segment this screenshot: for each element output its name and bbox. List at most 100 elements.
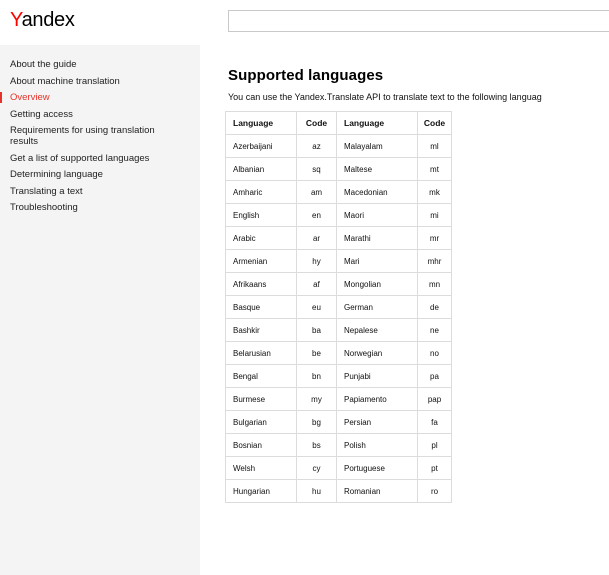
code-cell: pl [417,433,452,457]
table-row: Welsh cy Portuguese pt [225,456,452,480]
column-header-code: Code [417,111,452,135]
code-cell: ro [417,479,452,503]
sidebar-item[interactable]: Overview [0,92,170,103]
code-cell: no [417,341,452,365]
code-cell: ba [296,318,337,342]
code-cell: my [296,387,337,411]
code-cell: mk [417,180,452,204]
sidebar-item[interactable]: Requirements for using translation resul… [0,125,170,147]
language-cell: Marathi [336,226,418,250]
language-cell: Armenian [225,249,297,273]
code-cell: hy [296,249,337,273]
table-row: Burmese my Papiamento pap [225,387,452,411]
language-cell: Hungarian [225,479,297,503]
code-cell: pap [417,387,452,411]
table-header-row: Language Code Language Code [225,111,452,135]
language-cell: Welsh [225,456,297,480]
language-cell: Azerbaijani [225,134,297,158]
sidebar-item[interactable]: Getting access [0,109,170,120]
code-cell: mhr [417,249,452,273]
language-cell: Bashkir [225,318,297,342]
table-row: Afrikaans af Mongolian mn [225,272,452,296]
sidebar-item[interactable]: Get a list of supported languages [0,153,170,164]
sidebar-item[interactable]: Determining language [0,169,170,180]
language-cell: Malayalam [336,134,418,158]
language-cell: Macedonian [336,180,418,204]
code-cell: ne [417,318,452,342]
language-cell: Mari [336,249,418,273]
code-cell: bs [296,433,337,457]
language-cell: Basque [225,295,297,319]
code-cell: mn [417,272,452,296]
code-cell: bg [296,410,337,434]
table-row: Bulgarian bg Persian fa [225,410,452,434]
language-cell: English [225,203,297,227]
language-cell: Albanian [225,157,297,181]
code-cell: mt [417,157,452,181]
language-cell: Norwegian [336,341,418,365]
language-cell: German [336,295,418,319]
language-cell: Bosnian [225,433,297,457]
language-cell: Portuguese [336,456,418,480]
column-header-code: Code [296,111,337,135]
language-cell: Bulgarian [225,410,297,434]
table-row: Basque eu German de [225,295,452,319]
sidebar-item[interactable]: About the guide [0,59,170,70]
language-cell: Arabic [225,226,297,250]
table-row: English en Maori mi [225,203,452,227]
code-cell: am [296,180,337,204]
code-cell: en [296,203,337,227]
table-row: Albanian sq Maltese mt [225,157,452,181]
table-row: Bengal bn Punjabi pa [225,364,452,388]
language-cell: Bengal [225,364,297,388]
code-cell: hu [296,479,337,503]
page-title: Supported languages [228,67,384,84]
language-cell: Maltese [336,157,418,181]
code-cell: eu [296,295,337,319]
column-header-language: Language [225,111,297,135]
code-cell: pa [417,364,452,388]
code-cell: af [296,272,337,296]
table-row: Arabic ar Marathi mr [225,226,452,250]
code-cell: ml [417,134,452,158]
sidebar-nav: About the guide About machine translation… [0,45,200,213]
yandex-logo[interactable]: Yandex [10,9,75,32]
code-cell: mr [417,226,452,250]
language-cell: Amharic [225,180,297,204]
table-row: Bosnian bs Polish pl [225,433,452,457]
code-cell: fa [417,410,452,434]
logo-rest: andex [21,9,75,31]
column-header-language: Language [336,111,418,135]
language-cell: Belarusian [225,341,297,365]
code-cell: cy [296,456,337,480]
search-input[interactable] [228,10,609,32]
language-cell: Nepalese [336,318,418,342]
language-cell: Mongolian [336,272,418,296]
table-row: Bashkir ba Nepalese ne [225,318,452,342]
language-cell: Afrikaans [225,272,297,296]
main-content: Supported languages You can use the Yand… [225,45,609,503]
languages-table: Language Code Language Code Azerbaijani a… [225,111,452,503]
sidebar-item[interactable]: Troubleshooting [0,202,170,213]
code-cell: be [296,341,337,365]
code-cell: pt [417,456,452,480]
language-cell: Persian [336,410,418,434]
language-cell: Polish [336,433,418,457]
table-row: Azerbaijani az Malayalam ml [225,134,452,158]
header: Yandex [0,0,609,45]
code-cell: de [417,295,452,319]
table-row: Hungarian hu Romanian ro [225,479,452,503]
language-cell: Burmese [225,387,297,411]
language-cell: Maori [336,203,418,227]
language-cell: Punjabi [336,364,418,388]
language-cell: Papiamento [336,387,418,411]
table-row: Amharic am Macedonian mk [225,180,452,204]
code-cell: az [296,134,337,158]
code-cell: mi [417,203,452,227]
table-row: Armenian hy Mari mhr [225,249,452,273]
sidebar-item[interactable]: About machine translation [0,76,170,87]
logo-first-letter: Y [10,9,22,31]
table-row: Belarusian be Norwegian no [225,341,452,365]
code-cell: ar [296,226,337,250]
sidebar-item[interactable]: Translating a text [0,186,170,197]
